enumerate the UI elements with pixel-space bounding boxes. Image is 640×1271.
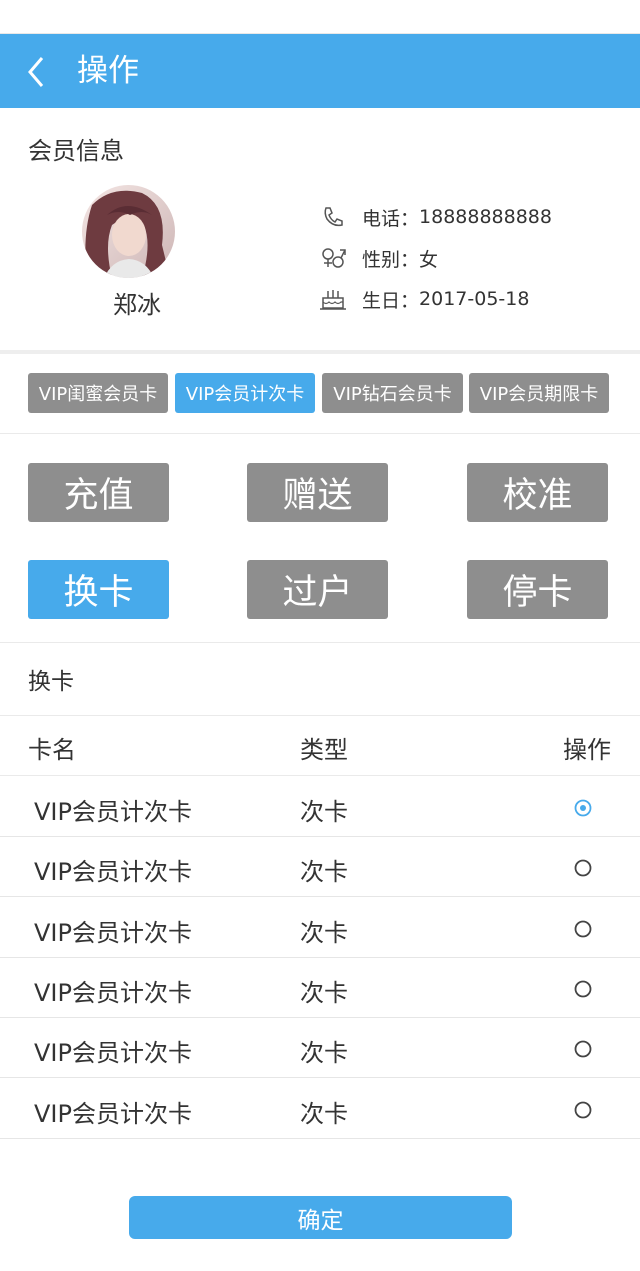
divider [0,715,640,716]
phone-row: 电话： 18888888888 [318,202,552,232]
gender-row: 性别： 女 [318,243,438,273]
card-name-cell: VIP会员计次卡 [34,798,192,826]
app-header: 操作 [0,34,640,108]
divider [0,642,640,643]
card-name-cell: VIP会员计次卡 [34,1039,192,1067]
phone-icon [318,204,348,230]
card-tab-3[interactable]: VIP钻石会员卡 [322,373,463,413]
card-type-cell: 次卡 [300,979,348,1007]
card-tab-1[interactable]: VIP闺蜜会员卡 [28,373,168,413]
column-header-type: 类型 [300,736,348,764]
back-arrow-icon[interactable] [22,54,54,90]
birthday-cake-icon [318,286,348,312]
table-row[interactable]: VIP会员计次卡 次卡 [0,958,640,1018]
radio-unselected-icon[interactable] [574,980,592,998]
table-row[interactable]: VIP会员计次卡 次卡 [0,1018,640,1078]
card-tab-4[interactable]: VIP会员期限卡 [469,373,609,413]
member-name: 郑冰 [113,291,161,319]
transfer-button[interactable]: 过户 [247,560,388,619]
radio-unselected-icon[interactable] [574,1101,592,1119]
table-row[interactable]: VIP会员计次卡 次卡 [0,837,640,897]
birthday-row: 生日： 2017-05-18 [318,284,529,314]
card-name-cell: VIP会员计次卡 [34,919,192,947]
gift-button[interactable]: 赠送 [247,463,388,522]
table-row[interactable]: VIP会员计次卡 次卡 [0,1079,640,1139]
card-type-cell: 次卡 [300,1039,348,1067]
card-name-cell: VIP会员计次卡 [34,858,192,886]
recharge-button[interactable]: 充值 [28,463,169,522]
stop-card-button[interactable]: 停卡 [467,560,608,619]
confirm-button[interactable]: 确定 [129,1196,512,1239]
gender-icon [318,245,348,271]
radio-unselected-icon[interactable] [574,1040,592,1058]
member-info-title: 会员信息 [28,137,124,165]
card-type-cell: 次卡 [300,1100,348,1128]
card-name-cell: VIP会员计次卡 [34,1100,192,1128]
phone-label: 电话： [362,207,420,230]
radio-unselected-icon[interactable] [574,859,592,877]
table-row[interactable]: VIP会员计次卡 次卡 [0,898,640,958]
card-name-cell: VIP会员计次卡 [34,979,192,1007]
avatar [82,185,175,278]
phone-value: 18888888888 [419,206,552,228]
gender-value: 女 [419,248,439,271]
section-divider [0,350,640,354]
card-type-cell: 次卡 [300,919,348,947]
birthday-label: 生日： [362,289,420,312]
column-header-action: 操作 [563,736,611,764]
card-type-cell: 次卡 [300,858,348,886]
page-title: 操作 [77,53,139,89]
calibrate-button[interactable]: 校准 [467,463,608,522]
table-row[interactable]: VIP会员计次卡 次卡 [0,777,640,837]
radio-unselected-icon[interactable] [574,920,592,938]
row-divider [0,1077,640,1078]
birthday-value: 2017-05-18 [419,288,530,310]
card-type-cell: 次卡 [300,798,348,826]
gender-label: 性别： [362,248,420,271]
divider [0,433,640,434]
divider [0,775,640,776]
row-divider [0,896,640,897]
card-tab-2[interactable]: VIP会员计次卡 [175,373,315,413]
exchange-title: 换卡 [28,669,74,695]
radio-selected-icon[interactable] [574,799,592,817]
row-divider [0,1138,640,1139]
change-card-button[interactable]: 换卡 [28,560,169,619]
column-header-card-name: 卡名 [28,736,76,764]
status-bar [0,0,640,34]
